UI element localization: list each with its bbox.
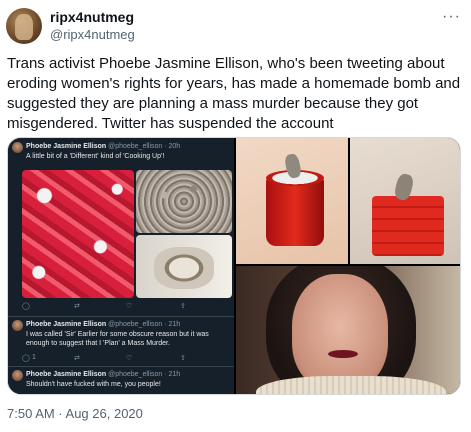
more-horizontal-icon[interactable]: ··· bbox=[442, 8, 461, 26]
avatar[interactable] bbox=[6, 8, 42, 44]
embedded-tweet: Phoebe Jasmine Ellison @phoebe_ellison ·… bbox=[12, 142, 230, 166]
divider bbox=[8, 316, 234, 317]
cardboard-roll-image bbox=[136, 235, 232, 298]
retweet-icon: ⇄ bbox=[74, 355, 80, 362]
embedded-tweet-name: Phoebe Jasmine Ellison bbox=[26, 321, 107, 328]
share-icon: ⇪ bbox=[180, 355, 186, 362]
red-can-photo bbox=[350, 138, 460, 264]
red-cup-photo bbox=[236, 138, 348, 264]
divider bbox=[8, 366, 234, 367]
embedded-tweet-meta: @phoebe_ellison · 21h bbox=[108, 371, 181, 378]
embedded-tweet-name: Phoebe Jasmine Ellison bbox=[26, 143, 107, 150]
embedded-tweet-meta: @phoebe_ellison · 20h bbox=[108, 143, 181, 150]
tweet-timestamp[interactable]: 7:50 AM · Aug 26, 2020 bbox=[7, 406, 143, 421]
avatar bbox=[12, 370, 23, 381]
embedded-tweet-name: Phoebe Jasmine Ellison bbox=[26, 371, 107, 378]
embedded-tweet: Phoebe Jasmine Ellison @phoebe_ellison ·… bbox=[12, 370, 230, 392]
reply-icon: ◯ bbox=[22, 355, 30, 362]
embedded-tweet-body: A little bit of a 'Different' kind of 'C… bbox=[26, 153, 165, 160]
embedded-tweet-actions: ◯ ⇄ ♡ ⇪ bbox=[22, 302, 222, 311]
display-name[interactable]: ripx4nutmeg bbox=[50, 9, 135, 26]
red-fragments-image bbox=[22, 170, 134, 298]
embedded-tweet: Phoebe Jasmine Ellison @phoebe_ellison ·… bbox=[12, 320, 230, 354]
user-names[interactable]: ripx4nutmeg @ripx4nutmeg bbox=[50, 9, 135, 43]
embedded-tweet-body: Shouldn't have fucked with me, you peopl… bbox=[26, 381, 161, 388]
media-selfie-photo[interactable] bbox=[236, 266, 460, 394]
embedded-tweet-actions: ◯ 1 ⇄ ♡ ⇪ bbox=[22, 354, 222, 363]
media-device-photos[interactable] bbox=[236, 138, 460, 264]
tweet-text: Trans activist Phoebe Jasmine Ellison, w… bbox=[7, 55, 461, 132]
media-screenshot-tweets[interactable]: Phoebe Jasmine Ellison @phoebe_ellison ·… bbox=[8, 138, 234, 394]
embedded-tweet-meta: @phoebe_ellison · 21h bbox=[108, 321, 181, 328]
tweet-header: ripx4nutmeg @ripx4nutmeg ··· bbox=[0, 0, 471, 48]
powder-image bbox=[136, 170, 232, 233]
user-handle[interactable]: @ripx4nutmeg bbox=[50, 26, 135, 43]
like-icon: ♡ bbox=[126, 355, 133, 362]
avatar bbox=[12, 142, 23, 153]
avatar bbox=[12, 320, 23, 331]
reply-count: 1 bbox=[32, 354, 36, 361]
reply-icon: ◯ bbox=[22, 303, 30, 310]
share-icon: ⇪ bbox=[180, 303, 186, 310]
media-grid[interactable]: Phoebe Jasmine Ellison @phoebe_ellison ·… bbox=[7, 137, 461, 395]
embedded-tweet-body: I was called 'Sir' Earlier for some obsc… bbox=[26, 331, 209, 347]
retweet-icon: ⇄ bbox=[74, 303, 80, 310]
like-icon: ♡ bbox=[126, 303, 133, 310]
